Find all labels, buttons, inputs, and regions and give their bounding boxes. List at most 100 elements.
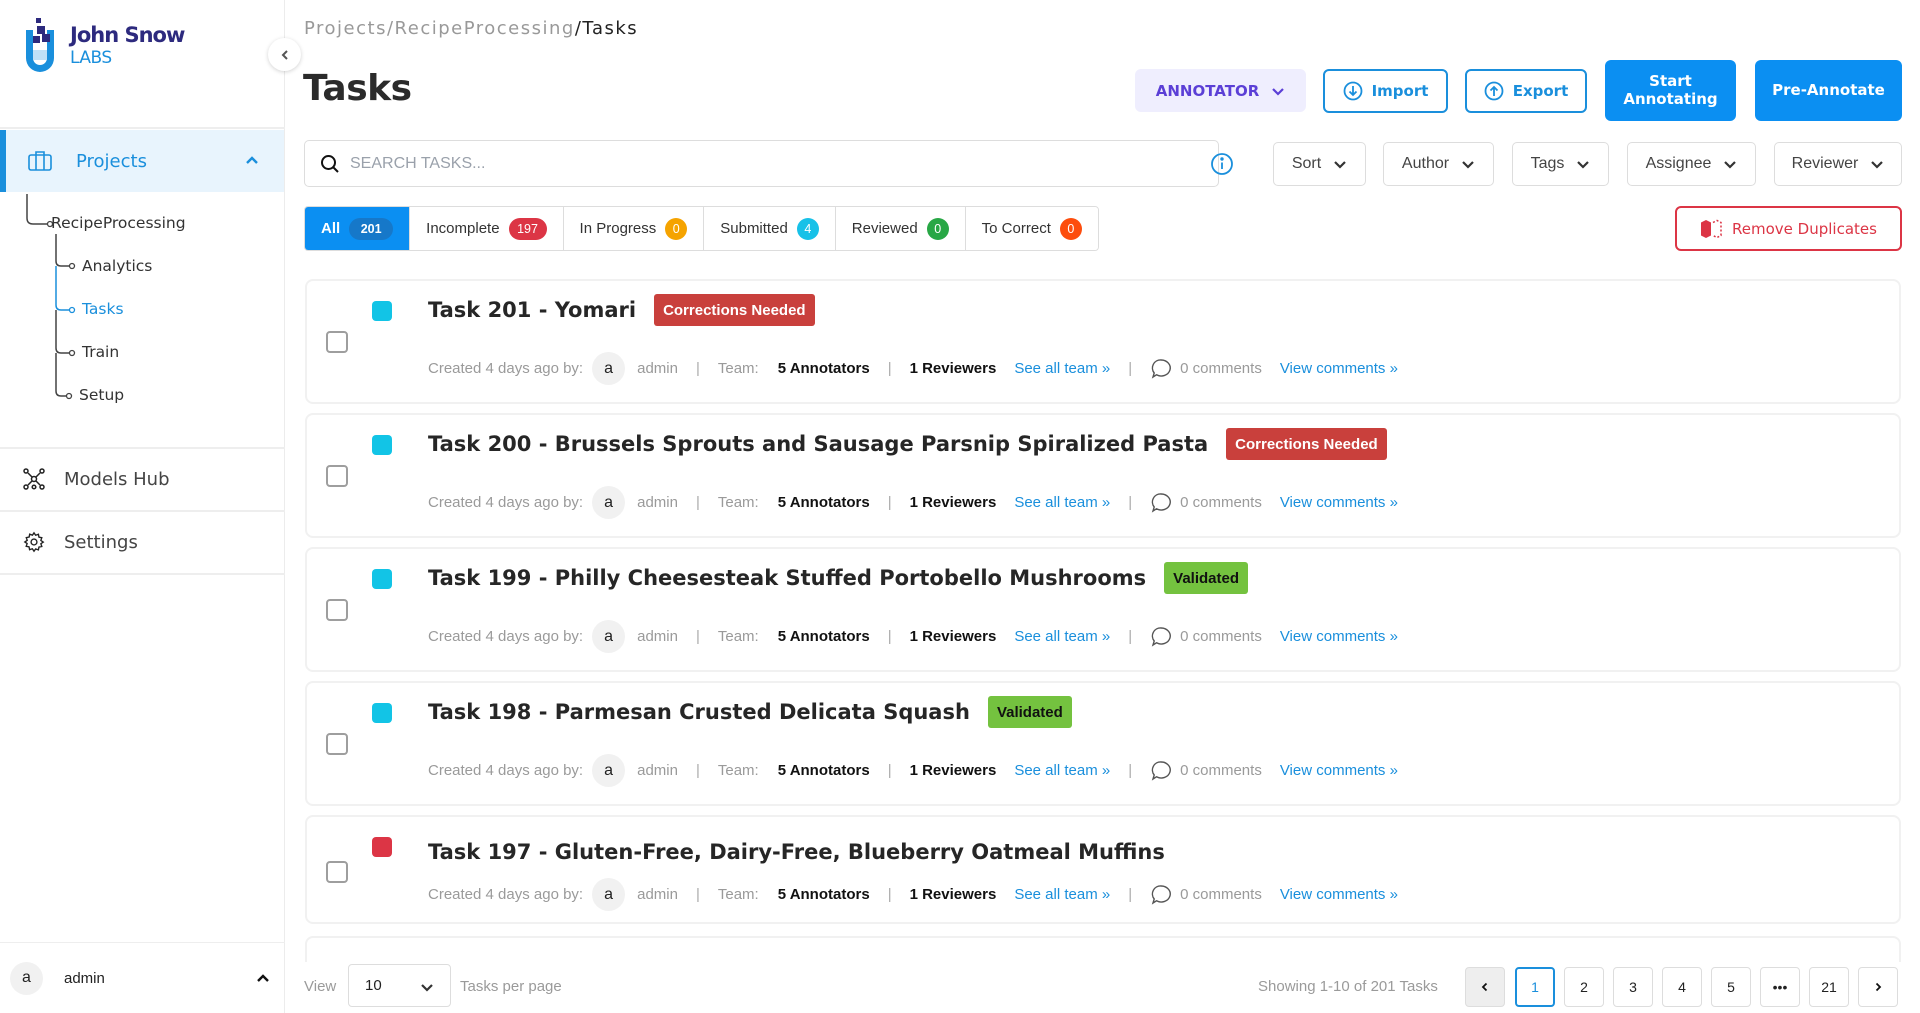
reviewer-dropdown[interactable]: Reviewer (1774, 142, 1902, 186)
pre-annotate-button[interactable]: Pre-Annotate (1755, 60, 1902, 121)
tab-incomplete[interactable]: Incomplete 197 (410, 207, 564, 250)
reviewers-count: 1 Reviewers (909, 360, 997, 377)
see-all-team-link[interactable]: See all team » (1014, 494, 1110, 511)
see-all-team-link[interactable]: See all team » (1014, 628, 1110, 645)
import-label: Import (1371, 82, 1429, 100)
view-comments-link[interactable]: View comments » (1280, 360, 1398, 377)
per-page-select[interactable]: 10 (348, 964, 451, 1007)
see-all-team-link[interactable]: See all team » (1014, 886, 1110, 903)
user-menu[interactable]: a admin (0, 942, 285, 1013)
task-title[interactable]: Task 199 - Philly Cheesesteak Stuffed Po… (428, 561, 1249, 595)
task-color-indicator (372, 837, 392, 857)
start-annotating-button[interactable]: Start Annotating (1605, 60, 1736, 121)
remove-duplicates-label: Remove Duplicates (1732, 219, 1877, 238)
tab-label: In Progress (579, 220, 657, 237)
brand-logo[interactable]: John Snow LABS (22, 16, 185, 76)
author-label: Author (1401, 155, 1450, 172)
tree-project-recipeprocessing[interactable]: RecipeProcessing (51, 214, 186, 232)
tree-item-train[interactable]: Train (82, 343, 119, 361)
tree-item-setup[interactable]: Setup (79, 386, 124, 404)
search-icon (321, 154, 339, 173)
view-comments-link[interactable]: View comments » (1280, 628, 1398, 645)
chevron-down-icon (1462, 161, 1474, 169)
tab-in-progress[interactable]: In Progress 0 (563, 207, 705, 250)
chevron-up-icon[interactable] (255, 970, 271, 986)
task-title-text: Task 201 - Yomari (428, 298, 637, 322)
count-badge: 0 (665, 217, 688, 240)
task-card[interactable]: Task 197 - Gluten-Free, Dairy-Free, Blue… (305, 815, 1901, 924)
sort-dropdown[interactable]: Sort (1273, 142, 1366, 186)
task-checkbox[interactable] (326, 861, 348, 883)
remove-duplicates-button[interactable]: Remove Duplicates (1675, 206, 1902, 251)
next-page-button[interactable] (1858, 967, 1898, 1007)
page-button-21[interactable]: 21 (1809, 967, 1849, 1007)
download-circle-icon (1343, 81, 1362, 101)
view-comments-link[interactable]: View comments » (1280, 494, 1398, 511)
pagination-footer: View 10 Tasks per page Showing 1-10 of 2… (285, 962, 1920, 1013)
count-badge: 4 (796, 217, 819, 240)
author-dropdown[interactable]: Author (1383, 142, 1494, 186)
chevron-down-icon (421, 984, 433, 992)
task-card[interactable]: Task 201 - Yomari Corrections Needed Creat… (305, 279, 1901, 404)
per-page-value: 10 (365, 977, 382, 994)
network-icon (23, 468, 45, 490)
sidebar-item-settings[interactable]: Settings (0, 511, 284, 573)
user-name: admin (64, 969, 105, 987)
page-button-4[interactable]: 4 (1662, 967, 1702, 1007)
breadcrumb-projects[interactable]: Projects (304, 18, 387, 39)
task-meta: Created 4 days ago by: a admin | Team: 5 Anno… (428, 878, 1398, 911)
see-all-team-link[interactable]: See all team » (1014, 762, 1110, 779)
task-meta: Created 4 days ago by: a admin | Team: 5 Anno… (428, 486, 1398, 519)
tab-all[interactable]: All 201 (305, 207, 411, 250)
page-button-3[interactable]: 3 (1613, 967, 1653, 1007)
task-title[interactable]: Task 197 - Gluten-Free, Dairy-Free, Blue… (428, 835, 1165, 869)
brand-text: John Snow LABS (70, 25, 185, 67)
task-card[interactable]: Task 198 - Parmesan Crusted Delicata Squ… (305, 681, 1901, 806)
task-title[interactable]: Task 201 - Yomari Corrections Needed (428, 293, 815, 327)
task-color-indicator (372, 435, 392, 455)
info-icon[interactable] (1210, 152, 1234, 176)
avatar: a (592, 352, 626, 385)
sidebar-item-models-hub[interactable]: Models Hub (0, 448, 284, 510)
tree-item-tasks[interactable]: Tasks (82, 300, 124, 318)
assignee-dropdown[interactable]: Assignee (1627, 142, 1756, 186)
task-checkbox[interactable] (326, 733, 348, 755)
separator: | (887, 360, 892, 377)
search-input[interactable] (350, 154, 1190, 173)
task-card[interactable]: Task 200 - Brussels Sprouts and Sausage … (305, 413, 1901, 538)
collapse-sidebar-button[interactable] (268, 38, 301, 71)
export-button[interactable]: Export (1465, 69, 1587, 113)
comments-count: 0 comments (1180, 360, 1262, 377)
sidebar-item-projects[interactable]: Projects (0, 130, 284, 192)
page-button-1[interactable]: 1 (1515, 967, 1555, 1007)
prev-page-button[interactable] (1465, 967, 1505, 1007)
page-button-2[interactable]: 2 (1564, 967, 1604, 1007)
tab-reviewed[interactable]: Reviewed 0 (835, 207, 966, 250)
role-label: ANNOTATOR (1155, 81, 1260, 100)
task-checkbox[interactable] (326, 599, 348, 621)
tags-dropdown[interactable]: Tags (1512, 142, 1609, 186)
chevron-down-icon (1724, 161, 1737, 169)
import-button[interactable]: Import (1323, 69, 1448, 113)
task-checkbox[interactable] (326, 465, 348, 487)
page-button-5[interactable]: 5 (1711, 967, 1751, 1007)
task-checkbox[interactable] (326, 331, 348, 353)
task-card[interactable]: Task 199 - Philly Cheesesteak Stuffed Po… (305, 547, 1901, 672)
see-all-team-link[interactable]: See all team » (1014, 360, 1110, 377)
created-label: Created 4 days ago by: (428, 628, 584, 645)
tree-item-analytics[interactable]: Analytics (82, 257, 152, 275)
view-comments-link[interactable]: View comments » (1280, 886, 1398, 903)
breadcrumb-recipeprocessing[interactable]: RecipeProcessing (395, 18, 575, 39)
task-title[interactable]: Task 200 - Brussels Sprouts and Sausage … (428, 427, 1387, 461)
view-comments-link[interactable]: View comments » (1280, 762, 1398, 779)
reviewers-count: 1 Reviewers (909, 886, 997, 903)
tab-to-correct[interactable]: To Correct 0 (965, 207, 1098, 250)
team-label: Team: (717, 762, 759, 779)
chevron-up-icon[interactable] (244, 152, 260, 168)
page-ellipsis-button[interactable]: ••• (1760, 967, 1800, 1007)
avatar: a (592, 878, 626, 911)
status-badge: Validated (987, 696, 1072, 728)
task-title[interactable]: Task 198 - Parmesan Crusted Delicata Squ… (428, 695, 1072, 729)
role-dropdown[interactable]: ANNOTATOR (1135, 69, 1306, 112)
tab-submitted[interactable]: Submitted 4 (704, 207, 836, 250)
